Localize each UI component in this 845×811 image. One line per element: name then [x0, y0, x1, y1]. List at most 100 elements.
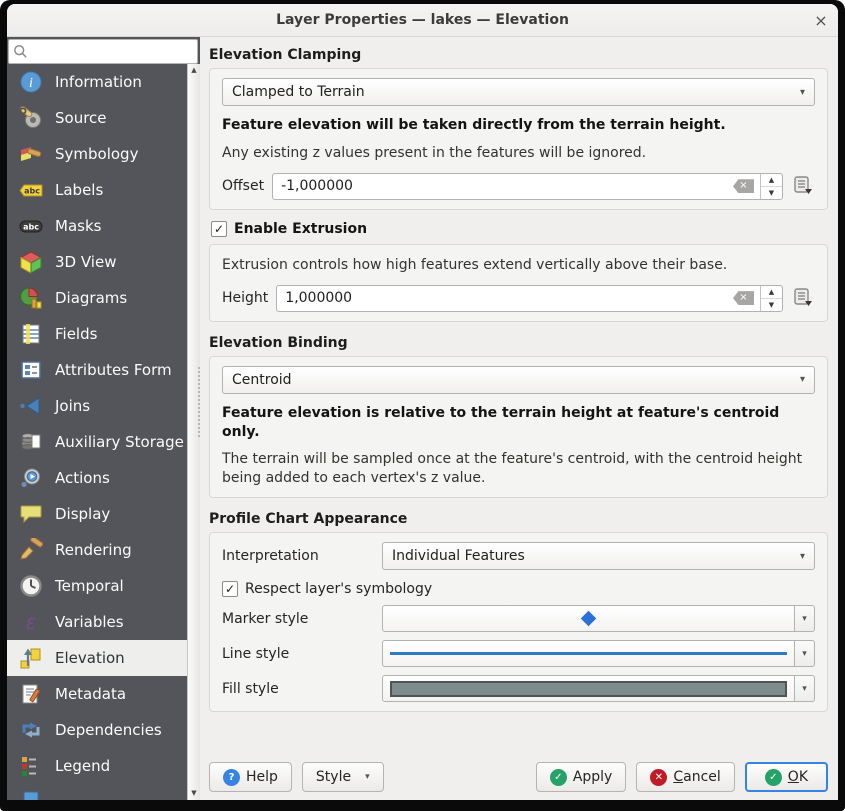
sidebar-item-3d-view[interactable]: 3D View	[7, 244, 187, 280]
ok-check-icon: ✓	[764, 768, 782, 786]
titlebar: Layer Properties — lakes — Elevation ×	[7, 4, 838, 37]
spin-up-icon[interactable]: ▲	[761, 174, 782, 187]
enable-extrusion-checkbox[interactable]: ✓	[211, 220, 227, 237]
search-input[interactable]	[28, 43, 193, 60]
binding-combobox[interactable]: Centroid ▾	[222, 365, 815, 394]
marker-style-dropdown-arrow[interactable]: ▾	[795, 605, 815, 633]
sidebar-item-label: Variables	[55, 613, 124, 631]
line-style-dropdown-arrow[interactable]: ▾	[795, 640, 815, 668]
line-style-button[interactable]	[382, 640, 795, 668]
section-title-elevation-clamping: Elevation Clamping	[209, 47, 362, 63]
sidebar-item-rendering[interactable]: Rendering	[7, 532, 187, 568]
spin-down-icon[interactable]: ▼	[761, 187, 782, 199]
sidebar-item-labels[interactable]: abc Labels	[7, 172, 187, 208]
masks-icon: abc	[19, 214, 43, 238]
spin-up-icon[interactable]: ▲	[761, 286, 782, 299]
fill-style-dropdown-arrow[interactable]: ▾	[795, 675, 815, 703]
offset-data-defined-override-button[interactable]	[791, 174, 815, 198]
sidebar-item-diagrams[interactable]: Diagrams	[7, 280, 187, 316]
sidebar-item-symbology[interactable]: Symbology	[7, 136, 187, 172]
height-spinbox[interactable]: × ▲ ▼	[276, 284, 783, 312]
sidebar-item-label: Metadata	[55, 685, 127, 703]
clamping-combobox[interactable]: Clamped to Terrain ▾	[222, 78, 815, 106]
close-icon[interactable]: ×	[804, 11, 838, 30]
height-spinner[interactable]: ▲ ▼	[760, 285, 782, 311]
svg-text:abc: abc	[24, 187, 40, 196]
sidebar-item-elevation[interactable]: Elevation	[7, 640, 187, 676]
search-icon	[13, 44, 28, 59]
sidebar-item-actions[interactable]: Actions	[7, 460, 187, 496]
ok-button[interactable]: ✓ OK	[744, 762, 828, 792]
offset-label: Offset	[222, 178, 265, 195]
extrusion-groupbox: Extrusion controls how high features ext…	[209, 243, 828, 322]
sidebar-item-source[interactable]: Source	[7, 100, 187, 136]
metadata-icon	[19, 682, 43, 706]
enable-extrusion-label[interactable]: Enable Extrusion	[234, 221, 367, 237]
temporal-clock-icon	[19, 574, 43, 598]
labels-icon: abc	[19, 178, 43, 202]
help-button[interactable]: ? Help	[209, 762, 292, 792]
offset-spinner[interactable]: ▲ ▼	[760, 173, 782, 199]
respect-symbology-checkbox[interactable]: ✓	[222, 581, 238, 598]
sidebar-item-label: Temporal	[55, 577, 124, 595]
apply-button[interactable]: ✓ Apply	[535, 762, 627, 792]
marker-style-label: Marker style	[222, 610, 309, 627]
sidebar-item-legend[interactable]: Legend	[7, 748, 187, 784]
cancel-button[interactable]: ✕ Cancel	[636, 762, 735, 792]
spin-down-icon[interactable]: ▼	[761, 299, 782, 311]
offset-spinbox[interactable]: × ▲ ▼	[272, 172, 783, 200]
scroll-down-icon[interactable]: ▼	[191, 790, 196, 797]
sidebar-item-auxiliary-storage[interactable]: Auxiliary Storage	[7, 424, 187, 460]
svg-text:i: i	[29, 76, 33, 91]
line-swatch	[390, 652, 787, 656]
diagrams-icon	[19, 286, 43, 310]
interpretation-combobox[interactable]: Individual Features ▾	[382, 542, 815, 571]
svg-text:abc: abc	[23, 223, 39, 232]
style-menu-button[interactable]: Style ▾	[301, 762, 384, 792]
sidebar-search[interactable]	[8, 39, 198, 64]
sidebar-item-temporal[interactable]: Temporal	[7, 568, 187, 604]
sidebar-item-masks[interactable]: abc Masks	[7, 208, 187, 244]
sidebar-item-label: Fields	[55, 325, 98, 343]
profile-groupbox: Interpretation Individual Features ▾ ✓ R…	[209, 532, 828, 713]
section-title-elevation-binding: Elevation Binding	[209, 334, 348, 351]
clear-icon[interactable]: ×	[733, 291, 754, 306]
interpretation-combobox-value: Individual Features	[392, 548, 525, 565]
fill-style-button[interactable]	[382, 675, 795, 703]
respect-symbology-label[interactable]: Respect layer's symbology	[245, 581, 432, 597]
sidebar-item-joins[interactable]: Joins	[7, 388, 187, 424]
sidebar-item-information[interactable]: i Information	[7, 64, 187, 100]
sidebar-item-variables[interactable]: ε Variables	[7, 604, 187, 640]
sidebar-item-partial[interactable]	[7, 784, 187, 800]
binding-combobox-value: Centroid	[232, 371, 292, 388]
sidebar-item-label: Information	[55, 73, 142, 91]
sidebar-item-label: Actions	[55, 469, 110, 487]
sidebar-item-metadata[interactable]: Metadata	[7, 676, 187, 712]
sidebar-item-fields[interactable]: Fields	[7, 316, 187, 352]
binding-note: The terrain will be sampled once at the …	[222, 451, 803, 487]
fields-icon	[19, 322, 43, 346]
chevron-down-icon: ▾	[799, 374, 805, 386]
binding-groupbox: Centroid ▾ Feature elevation is relative…	[209, 355, 828, 499]
sidebar-item-display[interactable]: Display	[7, 496, 187, 532]
scroll-up-icon[interactable]: ▲	[191, 67, 196, 74]
cube-3d-icon	[19, 250, 43, 274]
sidebar-item-attributes-form[interactable]: Attributes Form	[7, 352, 187, 388]
splitter-handle[interactable]	[198, 367, 202, 437]
height-input[interactable]	[277, 290, 733, 307]
sidebar-item-label: Elevation	[55, 649, 125, 667]
sidebar-item-label: Rendering	[55, 541, 132, 559]
joins-icon	[19, 394, 43, 418]
sidebar-item-label: Legend	[55, 757, 111, 775]
clamping-groupbox: Clamped to Terrain ▾ Feature elevation w…	[209, 68, 828, 210]
clear-icon[interactable]: ×	[733, 179, 754, 194]
dialog-button-box: ? Help Style ▾ ✓ Apply ✕ Cancel ✓ OK	[209, 756, 828, 792]
height-data-defined-override-button[interactable]	[791, 286, 815, 310]
sidebar-item-label: Dependencies	[55, 721, 162, 739]
variables-epsilon-icon: ε	[19, 610, 43, 634]
sidebar-item-dependencies[interactable]: Dependencies	[7, 712, 187, 748]
enable-extrusion-row: ✓ Enable Extrusion	[211, 220, 828, 237]
offset-input[interactable]	[273, 178, 733, 195]
height-label: Height	[222, 290, 269, 307]
marker-style-button[interactable]	[382, 605, 795, 633]
